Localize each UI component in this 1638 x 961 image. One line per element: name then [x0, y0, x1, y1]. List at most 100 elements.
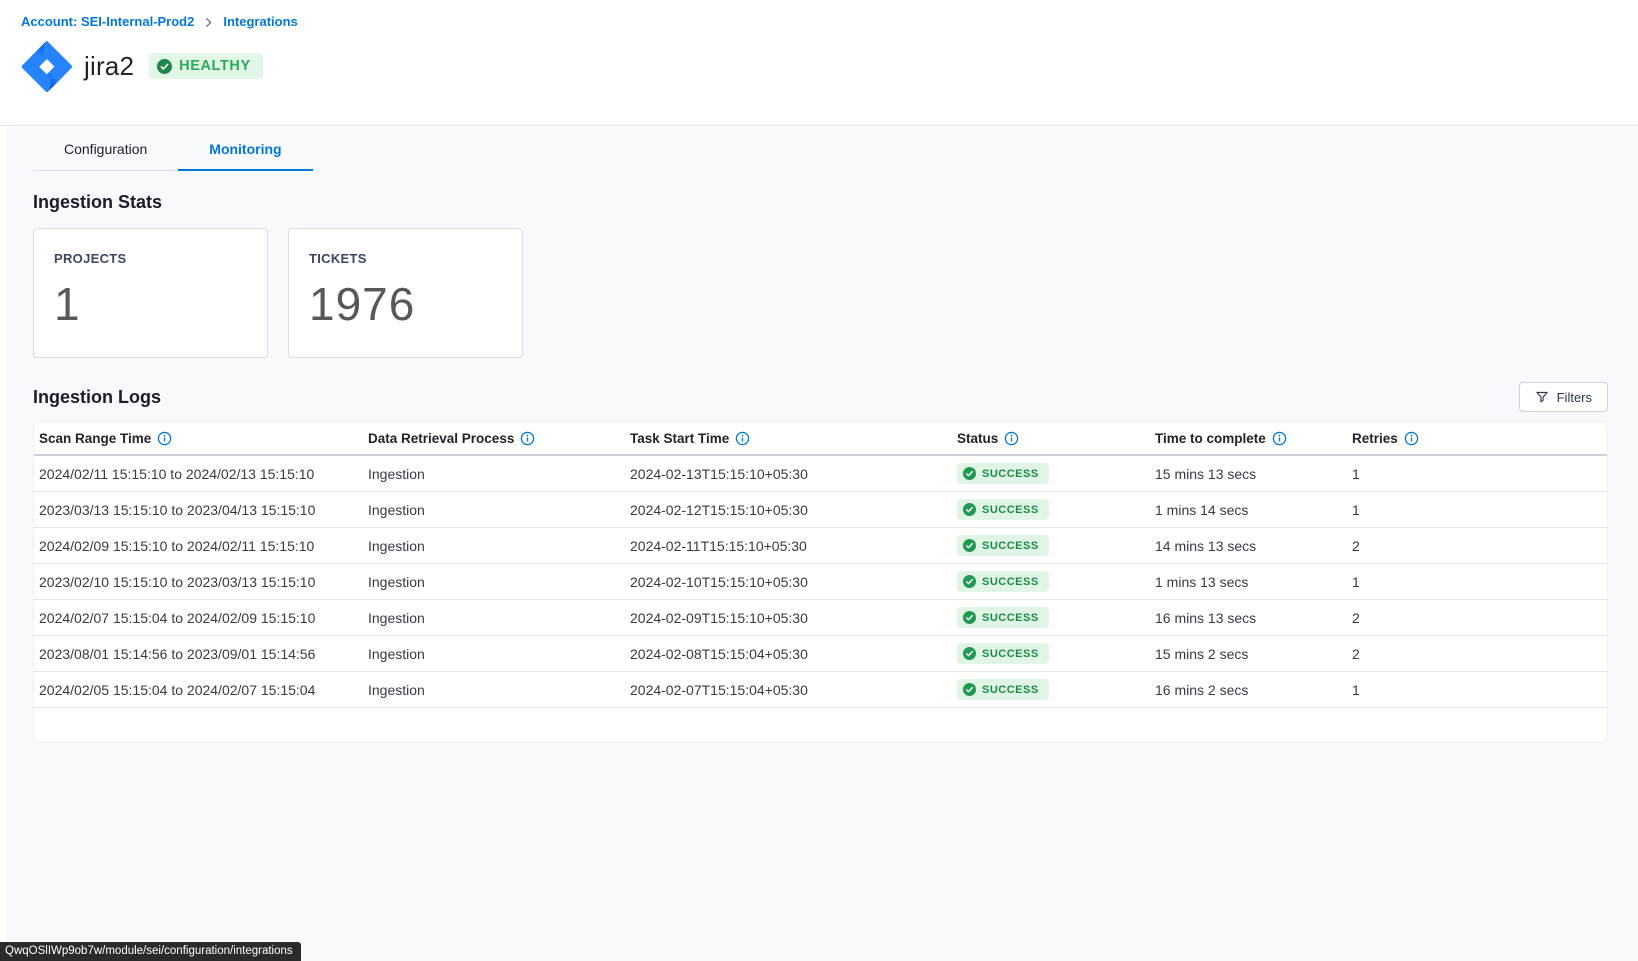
cell-time-to-complete: 16 mins 13 secs [1155, 610, 1352, 626]
cell-data-retrieval-process: Ingestion [368, 682, 630, 698]
cell-data-retrieval-process: Ingestion [368, 646, 630, 662]
status-badge: SUCCESS [957, 535, 1049, 556]
info-icon[interactable] [735, 431, 750, 446]
cell-scan-range-time: 2024/02/05 15:15:04 to 2024/02/07 15:15:… [39, 682, 368, 698]
stat-cards: PROJECTS 1 TICKETS 1976 [33, 228, 1608, 358]
info-icon[interactable] [1272, 431, 1287, 446]
cell-data-retrieval-process: Ingestion [368, 574, 630, 590]
status-badge: SUCCESS [957, 463, 1049, 484]
jira-logo-icon [21, 40, 73, 92]
table-row[interactable]: 2023/08/01 15:14:56 to 2023/09/01 15:14:… [34, 636, 1607, 672]
column-header: Time to complete [1155, 430, 1352, 446]
status-badge-label: SUCCESS [982, 468, 1039, 480]
check-circle-icon [963, 503, 976, 516]
cell-time-to-complete: 16 mins 2 secs [1155, 682, 1352, 698]
info-icon[interactable] [520, 431, 535, 446]
link-preview-status-bar: QwqOSlIWp9ob7w/module/sei/configuration/… [0, 942, 301, 961]
column-header: Status [957, 430, 1155, 446]
cell-task-start-time: 2024-02-12T15:15:10+05:30 [630, 502, 957, 518]
cell-task-start-time: 2024-02-09T15:15:10+05:30 [630, 610, 957, 626]
check-circle-icon [963, 539, 976, 552]
cell-status: SUCCESS [957, 499, 1155, 520]
cell-data-retrieval-process: Ingestion [368, 538, 630, 554]
ingestion-logs-heading: Ingestion Logs [33, 387, 161, 408]
stat-card-projects: PROJECTS 1 [33, 228, 268, 358]
cell-scan-range-time: 2023/08/01 15:14:56 to 2023/09/01 15:14:… [39, 646, 368, 662]
status-badge: SUCCESS [957, 679, 1049, 700]
table-row[interactable]: 2023/02/10 15:15:10 to 2023/03/13 15:15:… [34, 564, 1607, 600]
table-row[interactable]: 2023/03/13 15:15:10 to 2023/04/13 15:15:… [34, 492, 1607, 528]
check-circle-icon [157, 59, 172, 74]
info-icon[interactable] [157, 431, 172, 446]
cell-scan-range-time: 2024/02/09 15:15:10 to 2024/02/11 15:15:… [39, 538, 368, 554]
column-header: Task Start Time [630, 430, 957, 446]
column-header-label: Scan Range Time [39, 431, 151, 446]
table-row[interactable]: 2024/02/07 15:15:04 to 2024/02/09 15:15:… [34, 600, 1607, 636]
health-status-badge: HEALTHY [149, 53, 263, 79]
column-header-label: Data Retrieval Process [368, 431, 514, 446]
info-icon[interactable] [1404, 431, 1419, 446]
cell-scan-range-time: 2024/02/11 15:15:10 to 2024/02/13 15:15:… [39, 466, 368, 482]
table-body: 2024/02/11 15:15:10 to 2024/02/13 15:15:… [34, 456, 1607, 708]
cell-data-retrieval-process: Ingestion [368, 610, 630, 626]
tab-monitoring[interactable]: Monitoring [178, 127, 312, 171]
column-header-label: Status [957, 431, 998, 446]
column-header: Scan Range Time [39, 430, 368, 446]
table-header-row: Scan Range Time Data Retrieval Process [34, 422, 1607, 456]
status-badge: SUCCESS [957, 499, 1049, 520]
cell-scan-range-time: 2023/03/13 15:15:10 to 2023/04/13 15:15:… [39, 502, 368, 518]
cell-status: SUCCESS [957, 463, 1155, 484]
cell-retries: 2 [1352, 610, 1607, 626]
cell-data-retrieval-process: Ingestion [368, 502, 630, 518]
status-badge: SUCCESS [957, 607, 1049, 628]
breadcrumb: Account: SEI-Internal-Prod2 Integrations [21, 14, 1638, 29]
info-icon[interactable] [1004, 431, 1019, 446]
table-row[interactable]: 2024/02/09 15:15:10 to 2024/02/11 15:15:… [34, 528, 1607, 564]
cell-status: SUCCESS [957, 679, 1155, 700]
cell-time-to-complete: 1 mins 14 secs [1155, 502, 1352, 518]
cell-status: SUCCESS [957, 571, 1155, 592]
integration-title-row: jira2 HEALTHY [21, 40, 1638, 92]
stat-card-tickets: TICKETS 1976 [288, 228, 523, 358]
status-badge-label: SUCCESS [982, 504, 1039, 516]
cell-task-start-time: 2024-02-11T15:15:10+05:30 [630, 538, 957, 554]
column-header-label: Task Start Time [630, 431, 729, 446]
content-area: Configuration Monitoring Ingestion Stats… [0, 127, 1638, 961]
check-circle-icon [963, 683, 976, 696]
stat-label: TICKETS [309, 251, 502, 266]
status-badge: SUCCESS [957, 571, 1049, 592]
cell-retries: 1 [1352, 466, 1607, 482]
page-header: Account: SEI-Internal-Prod2 Integrations [0, 0, 1638, 126]
cell-task-start-time: 2024-02-08T15:15:04+05:30 [630, 646, 957, 662]
column-header: Retries [1352, 430, 1607, 446]
page-title: jira2 [84, 51, 134, 82]
status-badge-label: SUCCESS [982, 648, 1039, 660]
status-badge-label: SUCCESS [982, 540, 1039, 552]
ingestion-stats-heading: Ingestion Stats [33, 192, 1608, 213]
status-badge: SUCCESS [957, 643, 1049, 664]
cell-retries: 2 [1352, 646, 1607, 662]
check-circle-icon [963, 575, 976, 588]
integration-monitoring-page: Account: SEI-Internal-Prod2 Integrations [0, 0, 1638, 961]
status-badge-label: SUCCESS [982, 612, 1039, 624]
cell-task-start-time: 2024-02-07T15:15:04+05:30 [630, 682, 957, 698]
check-circle-icon [963, 611, 976, 624]
table-row[interactable]: 2024/02/05 15:15:04 to 2024/02/07 15:15:… [34, 672, 1607, 708]
breadcrumb-integrations-link[interactable]: Integrations [223, 14, 297, 29]
cell-time-to-complete: 15 mins 2 secs [1155, 646, 1352, 662]
check-circle-icon [963, 647, 976, 660]
tab-bar: Configuration Monitoring [33, 127, 313, 171]
tab-configuration[interactable]: Configuration [33, 127, 178, 171]
chevron-right-icon [203, 17, 214, 28]
filters-button[interactable]: Filters [1519, 382, 1608, 412]
cell-status: SUCCESS [957, 643, 1155, 664]
cell-retries: 1 [1352, 502, 1607, 518]
cell-task-start-time: 2024-02-13T15:15:10+05:30 [630, 466, 957, 482]
column-header-label: Retries [1352, 431, 1398, 446]
stat-value: 1976 [309, 277, 502, 331]
cell-retries: 1 [1352, 682, 1607, 698]
cell-time-to-complete: 15 mins 13 secs [1155, 466, 1352, 482]
check-circle-icon [963, 467, 976, 480]
table-row[interactable]: 2024/02/11 15:15:10 to 2024/02/13 15:15:… [34, 456, 1607, 492]
breadcrumb-account-link[interactable]: Account: SEI-Internal-Prod2 [21, 14, 194, 29]
